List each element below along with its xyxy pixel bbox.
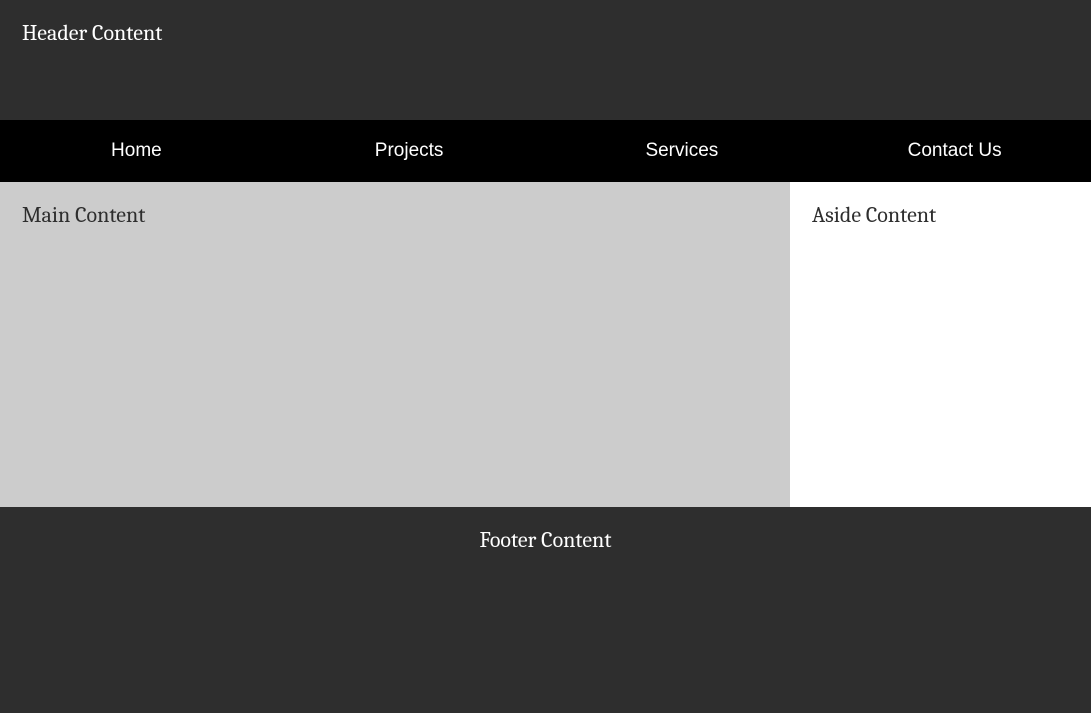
page-footer: Footer Content xyxy=(0,507,1091,713)
header-title: Header Content xyxy=(22,20,162,46)
nav-link-label: Contact Us xyxy=(908,140,1002,162)
footer-title: Footer Content xyxy=(479,527,611,553)
nav-link-label: Services xyxy=(645,140,718,162)
nav-link-contact[interactable]: Contact Us xyxy=(818,120,1091,182)
nav-link-label: Home xyxy=(111,140,162,162)
main-content: Main Content xyxy=(0,182,790,507)
nav-link-label: Projects xyxy=(375,140,444,162)
aside-content: Aside Content xyxy=(790,182,1091,507)
main-title: Main Content xyxy=(22,202,145,228)
nav-link-projects[interactable]: Projects xyxy=(273,120,546,182)
nav-link-services[interactable]: Services xyxy=(546,120,819,182)
nav-link-home[interactable]: Home xyxy=(0,120,273,182)
main-nav: Home Projects Services Contact Us xyxy=(0,120,1091,182)
aside-title: Aside Content xyxy=(812,202,936,228)
page-header: Header Content xyxy=(0,0,1091,120)
